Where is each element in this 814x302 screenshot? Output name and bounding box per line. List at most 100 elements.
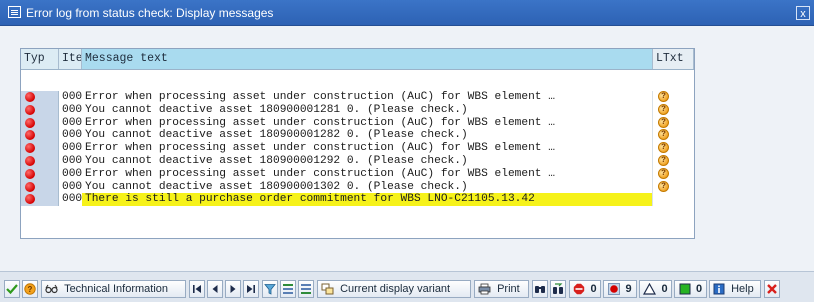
first-page-icon (193, 285, 201, 294)
header-ltxt[interactable]: LTxt (653, 49, 694, 69)
message-cell: Error when processing asset under constr… (82, 167, 653, 181)
print-button[interactable]: Print (474, 280, 529, 298)
error-count: 9 (625, 283, 632, 295)
ltxt-cell (653, 193, 694, 206)
cancel-icon (767, 284, 777, 294)
message-cell: Error when processing asset under constr… (82, 91, 653, 104)
last-page-icon (247, 285, 255, 294)
error-icon (25, 155, 35, 166)
error-icon (25, 130, 35, 141)
svg-text:?: ? (28, 285, 33, 294)
warning-icon (643, 283, 657, 295)
item-cell: 000 (62, 91, 82, 103)
table-row[interactable]: 000 You cannot deactive asset 1809000012… (21, 154, 694, 168)
ltxt-cell: ? (653, 142, 694, 155)
table-row[interactable]: 000 You cannot deactive asset 1809000012… (21, 129, 694, 143)
find-next-icon (553, 283, 563, 295)
stop-messages-button[interactable]: 0 (569, 280, 601, 298)
table-row[interactable]: 000 Error when processing asset under co… (21, 116, 694, 130)
message-table: Typ Ite Message text LTxt 000 Error when… (20, 48, 695, 239)
info-icon (713, 283, 725, 295)
print-label: Print (497, 283, 520, 296)
continue-button[interactable] (4, 280, 20, 298)
type-cell (21, 193, 59, 207)
sort-descending-button[interactable] (298, 280, 314, 298)
type-cell (21, 91, 59, 104)
bottom-toolbar: ? Technical Information Current display … (0, 271, 814, 302)
help-icon[interactable]: ? (658, 142, 669, 154)
ltxt-cell: ? (653, 180, 694, 194)
find-button[interactable] (532, 280, 548, 298)
last-page-button[interactable] (243, 280, 259, 298)
title-bar: Error log from status check: Display mes… (0, 0, 814, 26)
stop-icon (574, 283, 585, 295)
content-area: Typ Ite Message text LTxt 000 Error when… (0, 26, 814, 271)
ltxt-cell: ? (653, 167, 694, 181)
success-messages-button[interactable]: 0 (674, 280, 707, 298)
help-label: Help (731, 283, 754, 296)
current-display-variant-button[interactable]: Current display variant (317, 280, 471, 298)
help-icon[interactable]: ? (658, 154, 669, 166)
stop-count: 0 (590, 283, 597, 295)
header-message-text[interactable]: Message text (82, 49, 653, 69)
error-icon (25, 143, 35, 154)
header-ite[interactable]: Ite (59, 49, 82, 69)
sort-descending-icon (301, 284, 311, 295)
glasses-icon (45, 284, 58, 294)
success-count: 0 (695, 283, 703, 295)
help-icon[interactable]: ? (658, 91, 669, 102)
table-row[interactable]: 000 You cannot deactive asset 1809000012… (21, 103, 694, 117)
help-icon[interactable]: ? (658, 129, 669, 141)
long-text-button[interactable]: ? (22, 280, 38, 298)
warning-messages-button[interactable]: 0 (639, 280, 672, 298)
ltxt-cell: ? (653, 154, 694, 168)
find-next-button[interactable] (550, 280, 566, 298)
next-page-icon (230, 285, 236, 294)
help-icon[interactable]: ? (658, 103, 669, 115)
item-cell: 000 (62, 142, 82, 155)
help-icon[interactable]: ? (658, 167, 669, 179)
message-cell: Error when processing asset under constr… (82, 116, 653, 130)
help-icon[interactable]: ? (658, 116, 669, 128)
window-title: Error log from status check: Display mes… (26, 6, 274, 20)
error-icon (25, 104, 35, 115)
table-row[interactable]: 000 Error when processing asset under co… (21, 142, 694, 155)
next-page-button[interactable] (225, 280, 241, 298)
item-cell: 000 (62, 129, 82, 142)
type-cell (21, 167, 59, 181)
error-icon (608, 283, 621, 296)
cancel-button[interactable] (764, 280, 780, 298)
printer-icon (478, 283, 491, 295)
help-icon[interactable]: ? (658, 180, 669, 192)
close-icon[interactable]: x (796, 6, 810, 20)
table-row[interactable]: 000 Error when processing asset under co… (21, 91, 694, 104)
sort-ascending-icon (283, 284, 293, 295)
error-icon (25, 168, 35, 179)
first-page-button[interactable] (189, 280, 205, 298)
current-display-variant-label: Current display variant (340, 283, 451, 296)
previous-page-icon (212, 285, 218, 294)
previous-page-button[interactable] (207, 280, 223, 298)
error-icon (25, 92, 35, 102)
type-cell (21, 142, 59, 155)
question-icon: ? (24, 283, 36, 295)
message-cell: You cannot deactive asset 180900001302 0… (82, 180, 653, 194)
error-messages-button[interactable]: 9 (603, 280, 637, 298)
ltxt-cell: ? (653, 91, 694, 104)
table-row-highlighted[interactable]: 000 There is still a purchase order comm… (21, 193, 694, 207)
item-cell: 000 (62, 167, 82, 180)
filter-button[interactable] (262, 280, 278, 298)
table-row[interactable]: 000 You cannot deactive asset 1809000013… (21, 180, 694, 194)
help-button[interactable]: Help (709, 280, 761, 298)
item-cell: 000 (62, 103, 82, 116)
success-icon (679, 283, 691, 295)
technical-information-label: Technical Information (64, 283, 169, 296)
type-cell (21, 180, 59, 194)
type-cell (21, 116, 59, 130)
ltxt-cell: ? (653, 129, 694, 142)
message-cell: You cannot deactive asset 180900001282 0… (82, 129, 653, 143)
sort-ascending-button[interactable] (280, 280, 296, 298)
table-row[interactable]: 000 Error when processing asset under co… (21, 167, 694, 181)
technical-information-button[interactable]: Technical Information (41, 280, 186, 298)
header-typ[interactable]: Typ (21, 49, 59, 69)
